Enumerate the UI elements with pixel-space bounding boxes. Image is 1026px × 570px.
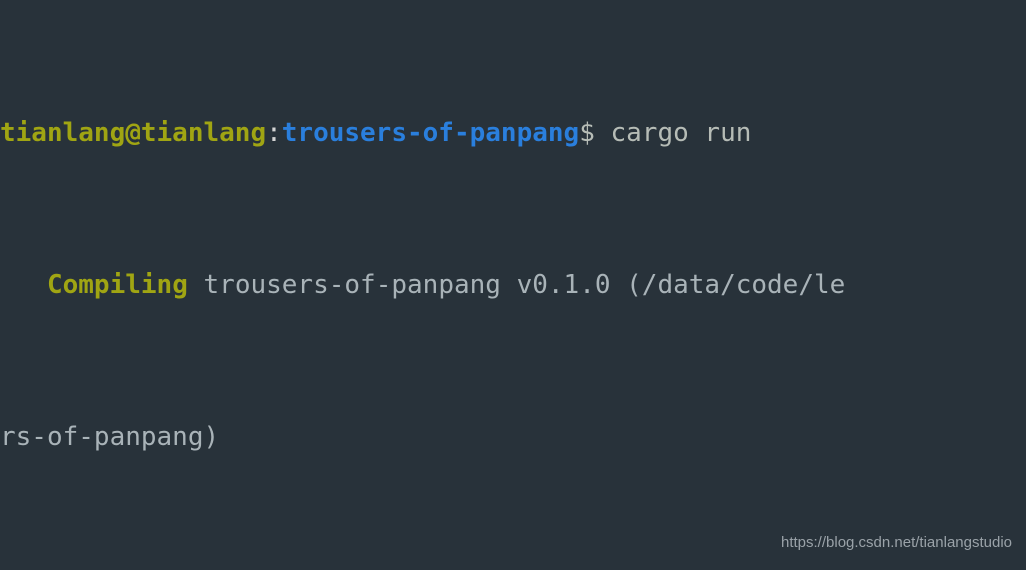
cargo-wrap-line: rs-of-panpang) bbox=[0, 418, 1026, 456]
prompt-user-host: tianlang@tianlang bbox=[0, 118, 267, 148]
prompt-path: trousers-of-panpang bbox=[281, 118, 580, 148]
cargo-wrap-text: rs-of-panpang) bbox=[0, 422, 220, 452]
terminal-screen[interactable]: tianlang@tianlang:trousers-of-panpang$ c… bbox=[0, 0, 1026, 570]
prompt-separator: : bbox=[266, 118, 282, 148]
terminal-window[interactable]: tianlang@tianlang:trousers-of-panpang$ c… bbox=[0, 0, 1026, 570]
cargo-compiling-detail: trousers-of-panpang v0.1.0 (/data/code/l… bbox=[187, 270, 846, 300]
cargo-indent bbox=[0, 270, 47, 300]
prompt-command: cargo run bbox=[594, 118, 752, 148]
prompt-sigil: $ bbox=[579, 118, 595, 148]
cargo-status-compiling: Compiling bbox=[46, 270, 188, 300]
cargo-compiling-line: Compiling trousers-of-panpang v0.1.0 (/d… bbox=[0, 266, 1026, 304]
prompt-line: tianlang@tianlang:trousers-of-panpang$ c… bbox=[0, 114, 1026, 152]
watermark: https://blog.csdn.net/tianlangstudio bbox=[781, 534, 1012, 551]
